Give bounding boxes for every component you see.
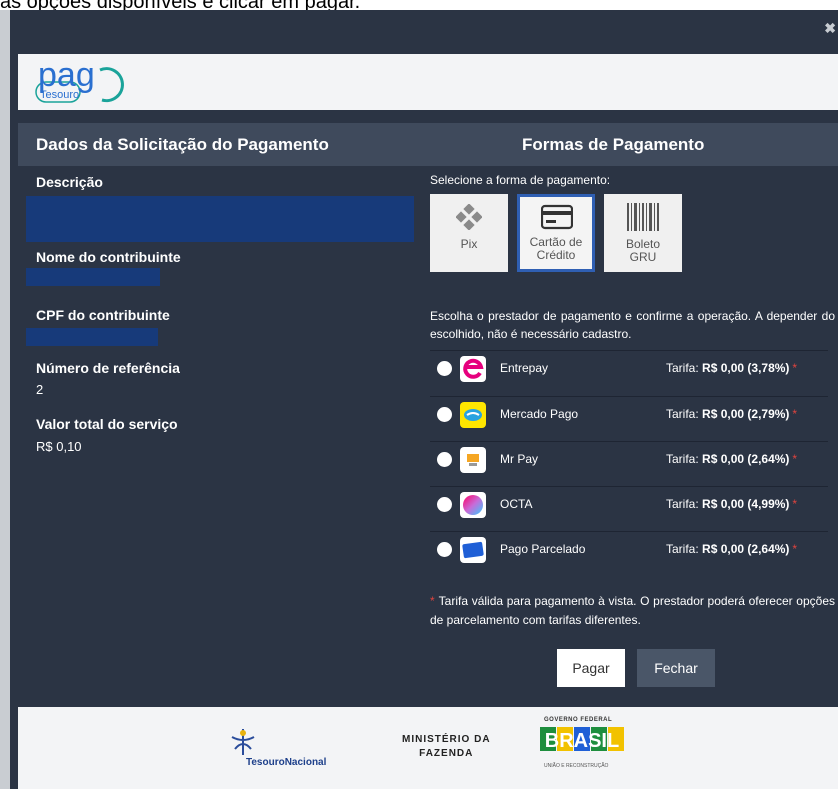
method-boleto[interactable]: Boleto GRU: [604, 194, 682, 272]
provider-name: Entrepay: [500, 361, 549, 375]
method-pix-label: Pix: [460, 237, 478, 251]
method-credit-card[interactable]: Cartão de Crédito: [517, 194, 595, 272]
tesouro-text: Tesouro: [40, 89, 79, 101]
brasil-logo: BRASIL: [540, 727, 624, 752]
barcode-icon: [627, 203, 659, 231]
formas-title: Formas de Pagamento: [522, 135, 705, 154]
radio-entrepay[interactable]: [437, 361, 452, 376]
referencia-label: Número de referência: [36, 360, 180, 376]
pagar-button[interactable]: Pagar: [557, 649, 625, 687]
mr-pay-logo-icon: [460, 447, 486, 473]
provider-instructions: Escolha o prestador de pagamento e confi…: [430, 309, 835, 341]
provider-name: Mercado Pago: [500, 407, 579, 421]
close-icon[interactable]: ✖: [824, 20, 836, 37]
tesouro-nacional-text: TesouroNacional: [246, 757, 327, 768]
nome-value-redacted: [26, 268, 160, 286]
referencia-value: 2: [36, 382, 44, 397]
tesouro-nacional-logo-icon: [231, 729, 255, 755]
provider-name: Mr Pay: [500, 452, 539, 466]
provider-row-pago-parcelado[interactable]: Pago Parcelado Tarifa: R$ 0,00 (2,64%) *: [430, 531, 828, 566]
section-header: Dados da Solicitação do Pagamento Formas…: [18, 123, 838, 166]
background-strip: [0, 10, 10, 789]
valor-value: R$ 0,10: [36, 439, 82, 454]
provider-row-mercado-pago[interactable]: Mercado Pago Tarifa: R$ 0,00 (2,79%) *: [430, 396, 828, 431]
radio-octa[interactable]: [437, 497, 452, 512]
uniao-reconstrucao-text: UNIÃO E RECONSTRUÇÃO: [544, 763, 609, 769]
logo-bar: pag Tesouro: [18, 54, 838, 110]
cpf-label: CPF do contribuinte: [36, 307, 170, 323]
provider-tarifa: Tarifa: R$ 0,00 (3,78%) *: [666, 361, 798, 375]
provider-tarifa: Tarifa: R$ 0,00 (2,79%) *: [666, 407, 798, 421]
octa-logo-icon: [460, 492, 486, 518]
provider-name: Pago Parcelado: [500, 542, 586, 556]
method-boleto-label2: GRU: [629, 250, 657, 264]
method-card-label2: Crédito: [536, 248, 576, 262]
governo-federal-text: GOVERNO FEDERAL: [544, 717, 613, 723]
nome-label: Nome do contribuinte: [36, 249, 181, 265]
provider-row-mr-pay[interactable]: Mr Pay Tarifa: R$ 0,00 (2,64%) *: [430, 441, 828, 476]
method-pix[interactable]: Pix: [430, 194, 508, 272]
provider-tarifa: Tarifa: R$ 0,00 (4,99%) *: [666, 497, 798, 511]
radio-pago-parcelado[interactable]: [437, 542, 452, 557]
provider-row-entrepay[interactable]: Entrepay Tarifa: R$ 0,00 (3,78%) *: [430, 350, 828, 385]
radio-mr-pay[interactable]: [437, 452, 452, 467]
dados-title: Dados da Solicitação do Pagamento: [36, 135, 329, 154]
valor-label: Valor total do serviço: [36, 416, 178, 432]
pag-tesouro-logo: pag Tesouro: [35, 56, 124, 103]
provider-row-octa[interactable]: OCTA Tarifa: R$ 0,00 (4,99%) *: [430, 486, 828, 521]
footer-logos: TesouroNacional MINISTÉRIO DA FAZENDA GO…: [18, 707, 838, 789]
mercado-pago-logo-icon: [460, 402, 486, 428]
fechar-button[interactable]: Fechar: [637, 649, 715, 687]
provider-tarifa: Tarifa: R$ 0,00 (2,64%) *: [666, 542, 798, 556]
ministerio-fazenda-logo: MINISTÉRIO DA FAZENDA: [402, 734, 491, 759]
credit-card-icon: [541, 204, 573, 230]
pix-icon: [456, 204, 482, 230]
descricao-label: Descrição: [36, 174, 103, 190]
radio-mercado-pago[interactable]: [437, 407, 452, 422]
svg-text:BRASIL: BRASIL: [545, 730, 619, 752]
select-method-label: Selecione a forma de pagamento:: [430, 173, 611, 187]
tarifa-footnote: * Tarifa válida para pagamento à vista. O…: [430, 594, 835, 627]
pago-parcelado-logo-icon: [460, 537, 486, 563]
provider-tarifa: Tarifa: R$ 0,00 (2,64%) *: [666, 452, 798, 466]
entrepay-logo-icon: [460, 356, 486, 382]
payment-modal: ✖ pag Tesouro Dados da Solicitação do Pa…: [10, 10, 838, 789]
descricao-value-redacted: [26, 196, 414, 242]
cpf-value-redacted: [26, 328, 158, 346]
provider-name: OCTA: [500, 497, 533, 511]
